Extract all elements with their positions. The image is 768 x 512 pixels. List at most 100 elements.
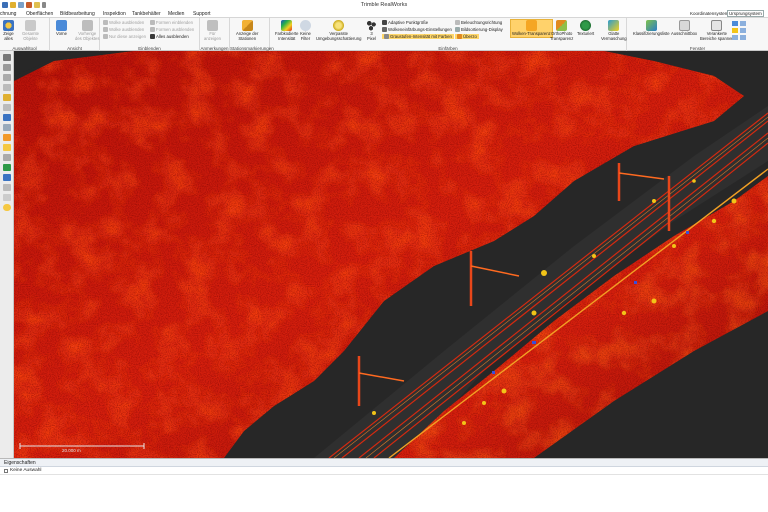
- dots-icon: [366, 20, 377, 31]
- image-sort-display-button[interactable]: Bildsortierung-Display: [455, 27, 503, 32]
- cloud-icon: [103, 20, 108, 25]
- occlusion-icon: [333, 20, 345, 31]
- pan-tool-icon[interactable]: [3, 64, 11, 71]
- color-tool-icon[interactable]: [3, 164, 11, 171]
- ambient-occlusion-button[interactable]: Verpasste Umgebungsschattierung: [316, 20, 361, 41]
- view-cube-icon[interactable]: [3, 134, 11, 141]
- shapes-icon: [150, 20, 155, 25]
- group-einblenden: Wolke ausblenden Wolke ausblenden Nur di…: [100, 18, 200, 51]
- sun-tool-icon[interactable]: [3, 204, 11, 211]
- grayscale-icon: [384, 34, 389, 39]
- limit-box-icon[interactable]: [3, 154, 11, 161]
- app-title: Trimble RealWorks: [360, 2, 408, 8]
- color-coded-intensity-button[interactable]: Farbkodierte Intensität: [275, 20, 299, 41]
- title-bar: Trimble RealWorks: [0, 0, 768, 10]
- smooth-mesh-button[interactable]: Glatte Vermaschung: [601, 20, 627, 41]
- image-icon: [455, 27, 460, 32]
- tab-oberflaechen[interactable]: Oberflächen: [26, 11, 53, 17]
- classification-icon: [645, 20, 657, 31]
- show-stations-button[interactable]: Anzeige der Stationen: [236, 20, 258, 41]
- intensity-icon: [281, 20, 293, 31]
- layout-icon[interactable]: [732, 35, 738, 40]
- layout-icon[interactable]: [740, 35, 746, 40]
- tab-inspektion[interactable]: Inspektion: [103, 11, 126, 17]
- cloud-icon: [103, 27, 108, 32]
- tab-support[interactable]: Support: [193, 11, 211, 17]
- scale-bar-label: 20.000 m: [62, 448, 81, 453]
- adaptive-point-size-button[interactable]: Adaptive Punktgröße: [382, 20, 428, 25]
- station-icon: [241, 20, 253, 31]
- overlay-icon: [457, 34, 462, 39]
- hide-all-icon: [150, 34, 155, 39]
- tab-berechnung[interactable]: chnung: [0, 11, 16, 17]
- point-size-button[interactable]: 3 Pixel: [366, 20, 377, 41]
- clip-tool-icon[interactable]: [3, 194, 11, 201]
- textured-button[interactable]: Texturiert: [577, 20, 594, 37]
- cloud-filter-icon: [300, 20, 311, 31]
- zoom-all-icon: [3, 20, 14, 31]
- point-cloud-viewport[interactable]: 20.000 m: [14, 51, 768, 458]
- annotations-show-button[interactable]: Für anzeigen: [204, 20, 221, 41]
- previous-view-icon: [81, 20, 93, 31]
- classification-list-button[interactable]: Klassifizierungsliste: [633, 20, 670, 37]
- view-front-button[interactable]: Vorne: [56, 20, 67, 37]
- rotate-tool-icon[interactable]: [3, 74, 11, 81]
- layers-tool-icon[interactable]: [3, 174, 11, 181]
- show-only-button[interactable]: Nur diese anzeigen: [103, 34, 146, 39]
- whole-objects-button[interactable]: Gesamte Objekte: [22, 20, 39, 41]
- properties-panel: Eigenschaften Keine Auswahl: [0, 458, 768, 512]
- measure-tool-icon[interactable]: [3, 104, 11, 111]
- show-shapes-button[interactable]: Formen einblenden: [150, 20, 193, 25]
- warning-icon[interactable]: [3, 144, 11, 151]
- layout-icon[interactable]: [740, 21, 746, 26]
- eye-icon: [103, 34, 108, 39]
- no-selection-label: Keine Auswahl: [10, 467, 42, 473]
- tab-medien[interactable]: Medien: [168, 11, 184, 17]
- select-tool-icon[interactable]: [3, 54, 11, 61]
- annotation-icon: [207, 20, 218, 31]
- cloud-transparency-button[interactable]: Wolken-Transparenz: [510, 19, 553, 38]
- docking-icon: [711, 20, 723, 31]
- hide-all-button[interactable]: Alles ausblenden: [150, 34, 189, 39]
- shapes-icon: [150, 27, 155, 32]
- clipping-box-button[interactable]: Ausschnittbox: [671, 20, 697, 37]
- orthophoto-transparency-button[interactable]: OrthoPhoto Transparenz: [550, 20, 573, 41]
- no-filter-button[interactable]: Keine Filter: [300, 20, 311, 41]
- picking-tool-icon[interactable]: [3, 114, 11, 121]
- mesh-icon: [608, 20, 620, 31]
- group-fenster: Klassifizierungsliste Ausschnittbox Vera…: [627, 18, 768, 51]
- layout-icon[interactable]: [732, 28, 738, 33]
- point-cloud-render: [14, 51, 768, 458]
- light-icon: [455, 20, 460, 25]
- cloud-color-settings-button[interactable]: Wolkeneinfärbungs-Einstellungen: [382, 27, 452, 32]
- ribbon: Zeige alles Gesamte Objekte Auswahltool …: [0, 18, 768, 51]
- previous-view-button[interactable]: Vorherige des Objektes: [75, 20, 99, 41]
- grayscale-intensity-button[interactable]: Graustufen-Intensität mit Farben: [382, 34, 454, 39]
- light-direction-button[interactable]: Beleuchtungsrichtung: [455, 20, 502, 25]
- hide-cloud-2-button[interactable]: Wolke ausblenden: [103, 27, 144, 32]
- hide-cloud-button[interactable]: Wolke ausblenden: [103, 20, 144, 25]
- grid-tool-icon[interactable]: [3, 184, 11, 191]
- hide-shapes-button[interactable]: Formen ausblenden: [150, 27, 194, 32]
- properties-row[interactable]: Keine Auswahl: [0, 467, 768, 475]
- group-stationsmarkierungen: Anzeige der Stationen Stationsmarkierung…: [230, 18, 274, 51]
- show-all-button[interactable]: Zeige alles: [3, 20, 14, 41]
- texture-icon: [580, 20, 592, 31]
- overlay-button[interactable]: Überzo: [455, 34, 479, 39]
- properties-title: Eigenschaften: [0, 459, 768, 467]
- tab-tankbehaelter[interactable]: Tankbehälter: [132, 11, 161, 17]
- tab-bildbearbeitung[interactable]: Bildbearbeitung: [60, 11, 95, 17]
- docked-areas-button[interactable]: Verankerte Bereiche spannen: [700, 20, 734, 41]
- cube-icon: [25, 20, 36, 31]
- zoom-tool-icon[interactable]: [3, 84, 11, 91]
- layout-icon[interactable]: [740, 28, 746, 33]
- transparency-icon: [525, 20, 537, 31]
- left-toolbar: [0, 51, 14, 458]
- section-tool-icon[interactable]: [3, 124, 11, 131]
- coordinate-system-label: Koordinatensystem: [690, 11, 729, 16]
- group-anmerkungen: Für anzeigen Anmerkungen: [200, 18, 230, 51]
- layout-icon[interactable]: [732, 21, 738, 26]
- expand-icon[interactable]: [4, 468, 8, 473]
- coordinate-system-select[interactable]: Ursprungsystem: [727, 10, 764, 17]
- fence-tool-icon[interactable]: [3, 94, 11, 101]
